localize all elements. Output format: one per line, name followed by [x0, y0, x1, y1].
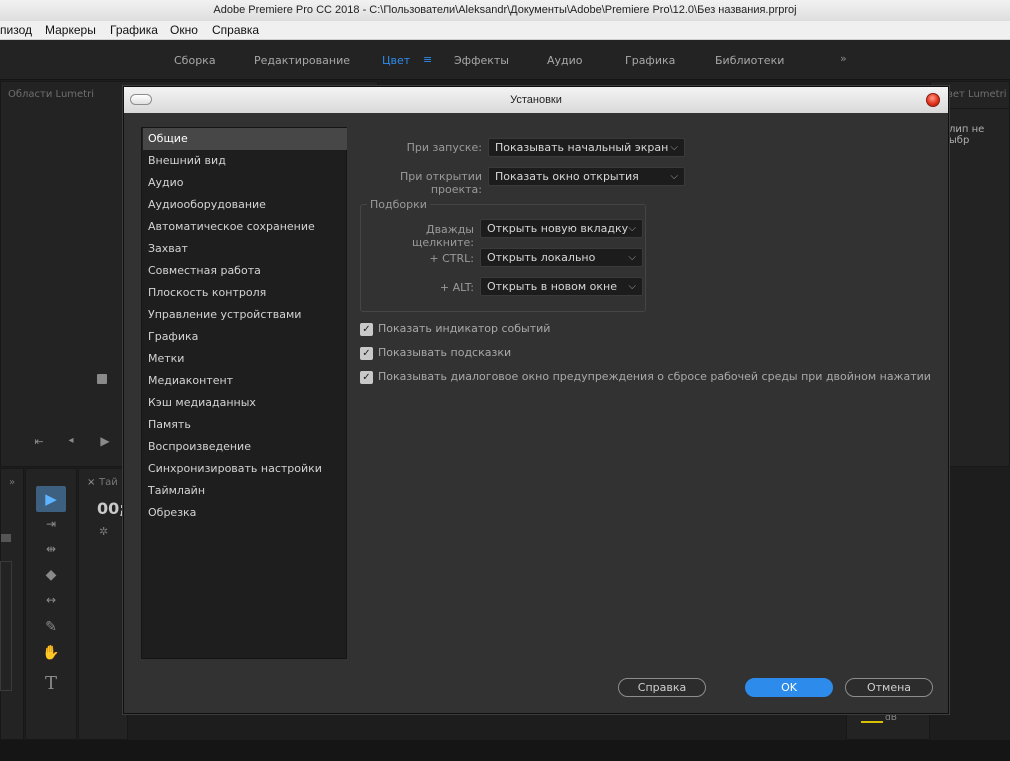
project-icon — [1, 534, 11, 542]
track-select-tool-icon[interactable]: ⇥ — [41, 517, 61, 531]
ctrl-value: Открыть локально — [487, 251, 596, 264]
double-click-dropdown[interactable]: Открыть новую вкладку ⌵ — [480, 219, 643, 238]
ripple-edit-tool-icon[interactable]: ⇹ — [41, 542, 61, 556]
menu-item-graphics[interactable]: Графика — [110, 23, 158, 37]
category-capture[interactable]: Захват — [143, 238, 347, 260]
timeline-panel: × Тай 00;0 ✲ — [78, 468, 137, 740]
category-auto-save[interactable]: Автоматическое сохранение — [143, 216, 347, 238]
menu-item-episode[interactable]: пизод — [0, 23, 32, 37]
chevron-down-icon: ⌵ — [628, 223, 636, 234]
workspace-reset-warning-checkbox[interactable]: ✓ — [360, 371, 373, 384]
app-window: Adobe Premiere Pro CC 2018 - C:\Пользова… — [0, 0, 1010, 761]
category-media[interactable]: Медиаконтент — [143, 370, 347, 392]
workspace-tab-effects[interactable]: Эффекты — [454, 54, 509, 67]
show-events-indicator-label: Показать индикатор событий — [378, 322, 551, 335]
window-title: Adobe Premiere Pro CC 2018 - C:\Пользова… — [0, 0, 1010, 21]
category-device-control[interactable]: Управление устройствами — [143, 304, 347, 326]
dialog-titlebar: Установки — [124, 87, 948, 113]
help-button[interactable]: Справка — [618, 678, 706, 697]
startup-label: При запуске: — [406, 141, 482, 154]
category-audio-hardware[interactable]: Аудиооборудование — [143, 194, 347, 216]
slip-tool-icon[interactable]: ↔ — [41, 593, 61, 607]
close-icon[interactable] — [926, 93, 940, 107]
meter-db-label: dB — [885, 713, 897, 723]
show-events-indicator-checkbox[interactable]: ✓ — [360, 323, 373, 336]
razor-tool-icon[interactable]: ◆ — [41, 567, 61, 583]
selection-tool-icon[interactable]: ▶ — [36, 486, 66, 512]
workspace-reset-warning-label: Показывать диалоговое окно предупреждени… — [378, 370, 931, 383]
workspace-bar: Сборка Редактирование Цвет ≡ Эффекты Ауд… — [0, 40, 1010, 80]
open-project-label: При открытии проекта: — [399, 170, 482, 196]
ctrl-dropdown[interactable]: Открыть локально ⌵ — [480, 248, 643, 267]
clip-not-selected-label: клип не выбр — [943, 124, 985, 146]
workspace-tab-color[interactable]: Цвет — [382, 54, 410, 67]
startup-value: Показывать начальный экран — [495, 141, 669, 154]
lumetri-color-title[interactable]: вет Lumetri — [947, 89, 1007, 100]
tools-panel: ▶ ⇥ ⇹ ◆ ↔ ✎ ✋ T — [25, 468, 77, 740]
chevron-down-icon: ⌵ — [670, 142, 678, 153]
preferences-dialog: Установки Общие Внешний вид Аудио Аудиоо… — [123, 86, 949, 714]
type-tool-icon[interactable]: T — [41, 673, 61, 694]
category-audio[interactable]: Аудио — [143, 172, 347, 194]
dialog-title: Установки — [510, 94, 562, 106]
category-media-cache[interactable]: Кэш медиаданных — [143, 392, 347, 414]
alt-value: Открыть в новом окне — [487, 280, 618, 293]
category-list: Общие Внешний вид Аудио Аудиооборудовани… — [141, 127, 347, 659]
open-project-value: Показать окно открытия — [495, 170, 639, 183]
ok-button[interactable]: OK — [745, 678, 833, 697]
category-playback[interactable]: Воспроизведение — [143, 436, 347, 458]
chevron-down-icon: ⌵ — [628, 252, 636, 263]
timeline-tab-close-icon[interactable]: × — [87, 477, 95, 488]
cancel-button[interactable]: Отмена — [845, 678, 933, 697]
workspace-tab-audio[interactable]: Аудио — [547, 54, 583, 67]
workspace-tab-libraries[interactable]: Библиотеки — [715, 54, 784, 67]
category-graphics[interactable]: Графика — [143, 326, 347, 348]
project-panel-strip: » — [0, 468, 24, 740]
show-tooltips-checkbox[interactable]: ✓ — [360, 347, 373, 360]
startup-dropdown[interactable]: Показывать начальный экран ⌵ — [488, 138, 685, 157]
menu-item-window[interactable]: Окно — [170, 23, 198, 37]
double-click-value: Открыть новую вкладку — [487, 222, 629, 235]
menu-item-markers[interactable]: Маркеры — [45, 23, 96, 37]
workspace-overflow-icon[interactable]: » — [840, 52, 847, 65]
bins-group-title: Подборки — [367, 198, 430, 211]
category-trim[interactable]: Обрезка — [143, 502, 347, 524]
show-tooltips-label: Показывать подсказки — [378, 346, 512, 359]
open-project-dropdown[interactable]: Показать окно открытия ⌵ — [488, 167, 685, 186]
step-back-icon[interactable]: ⇤ — [29, 435, 49, 448]
dialog-toolbar-toggle-icon[interactable] — [130, 94, 152, 105]
workspace-menu-icon[interactable]: ≡ — [423, 53, 432, 66]
snap-icon[interactable]: ✲ — [99, 525, 108, 538]
menu-bar: пизод Маркеры Графика Окно Справка — [0, 21, 1010, 40]
workspace-tab-assembly[interactable]: Сборка — [174, 54, 216, 67]
workspace-tab-editing[interactable]: Редактирование — [254, 54, 350, 67]
category-memory[interactable]: Память — [143, 414, 347, 436]
lumetri-scopes-title[interactable]: Области Lumetri — [8, 89, 94, 100]
meter-level — [861, 721, 883, 723]
category-sync-settings[interactable]: Синхронизировать настройки — [143, 458, 347, 480]
workspace-tab-graphics[interactable]: Графика — [625, 54, 675, 67]
menu-item-help[interactable]: Справка — [212, 23, 259, 37]
category-labels[interactable]: Метки — [143, 348, 347, 370]
play-icon[interactable]: ▶ — [95, 434, 115, 448]
category-timeline[interactable]: Таймлайн — [143, 480, 347, 502]
export-frame-icon[interactable] — [97, 374, 107, 384]
prev-frame-icon[interactable]: ◂ — [61, 435, 81, 446]
pen-tool-icon[interactable]: ✎ — [41, 619, 61, 635]
category-appearance[interactable]: Внешний вид — [143, 150, 347, 172]
project-list — [0, 561, 12, 691]
alt-label: + ALT: — [439, 281, 474, 294]
double-click-label: Дважды щелкните: — [411, 223, 474, 249]
timeline-tab[interactable]: Тай — [99, 477, 118, 488]
panel-overflow-icon[interactable]: » — [9, 477, 15, 488]
alt-dropdown[interactable]: Открыть в новом окне ⌵ — [480, 277, 643, 296]
chevron-down-icon: ⌵ — [628, 281, 636, 292]
status-bar — [0, 740, 1010, 761]
category-collaboration[interactable]: Совместная работа — [143, 260, 347, 282]
hand-tool-icon[interactable]: ✋ — [41, 645, 61, 661]
chevron-down-icon: ⌵ — [670, 171, 678, 182]
category-general[interactable]: Общие — [143, 128, 347, 150]
ctrl-label: + CTRL: — [429, 252, 474, 265]
category-control-surface[interactable]: Плоскость контроля — [143, 282, 347, 304]
